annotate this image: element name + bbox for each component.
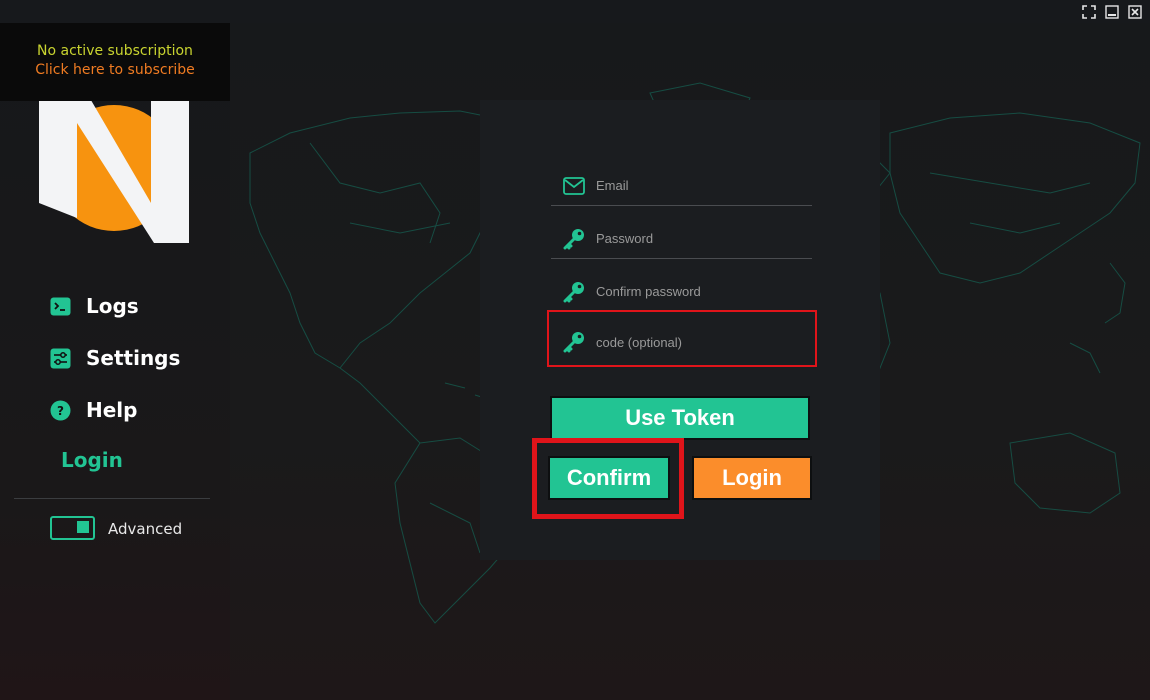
sidebar: No active subscription Click here to sub… xyxy=(0,23,230,700)
use-token-button[interactable]: Use Token xyxy=(550,396,810,440)
code-input[interactable] xyxy=(596,334,796,350)
minimize-button[interactable] xyxy=(1104,4,1120,20)
sidebar-item-help[interactable]: ? Help xyxy=(50,398,137,422)
key-icon xyxy=(563,331,585,353)
password-input[interactable] xyxy=(596,231,796,246)
sidebar-item-label: Logs xyxy=(86,294,139,318)
app-logo xyxy=(39,83,189,243)
mail-icon xyxy=(563,175,585,197)
sidebar-divider xyxy=(14,498,210,499)
fullscreen-button[interactable] xyxy=(1081,4,1097,20)
sidebar-item-login[interactable]: Login xyxy=(61,448,123,472)
sidebar-item-label: Help xyxy=(86,398,138,422)
title-bar xyxy=(0,0,1150,23)
sliders-icon xyxy=(50,348,71,369)
sidebar-item-label: Settings xyxy=(86,346,181,370)
login-button[interactable]: Login xyxy=(692,456,812,500)
email-field[interactable] xyxy=(551,166,812,206)
subscribe-link[interactable]: Click here to subscribe xyxy=(0,61,230,80)
close-button[interactable] xyxy=(1127,4,1143,20)
toggle-knob xyxy=(77,521,89,533)
close-icon xyxy=(1128,5,1142,19)
minimize-icon xyxy=(1105,5,1119,19)
confirm-button[interactable]: Confirm xyxy=(548,456,670,500)
confirm-password-field[interactable] xyxy=(551,272,812,312)
advanced-toggle[interactable] xyxy=(50,516,95,540)
subscription-banner[interactable]: No active subscription Click here to sub… xyxy=(0,23,230,101)
key-icon xyxy=(563,281,585,303)
subscription-status: No active subscription xyxy=(37,43,193,59)
svg-text:?: ? xyxy=(57,404,64,418)
advanced-label: Advanced xyxy=(108,520,183,538)
password-field[interactable] xyxy=(551,219,812,259)
email-input[interactable] xyxy=(596,178,796,193)
sidebar-item-logs[interactable]: Logs xyxy=(50,294,139,318)
key-icon xyxy=(563,228,585,250)
sidebar-item-settings[interactable]: Settings xyxy=(50,346,180,370)
help-icon: ? xyxy=(50,400,71,421)
fullscreen-icon xyxy=(1082,5,1096,19)
terminal-icon xyxy=(50,296,71,317)
code-field[interactable] xyxy=(551,322,812,362)
confirm-password-input[interactable] xyxy=(596,284,796,299)
